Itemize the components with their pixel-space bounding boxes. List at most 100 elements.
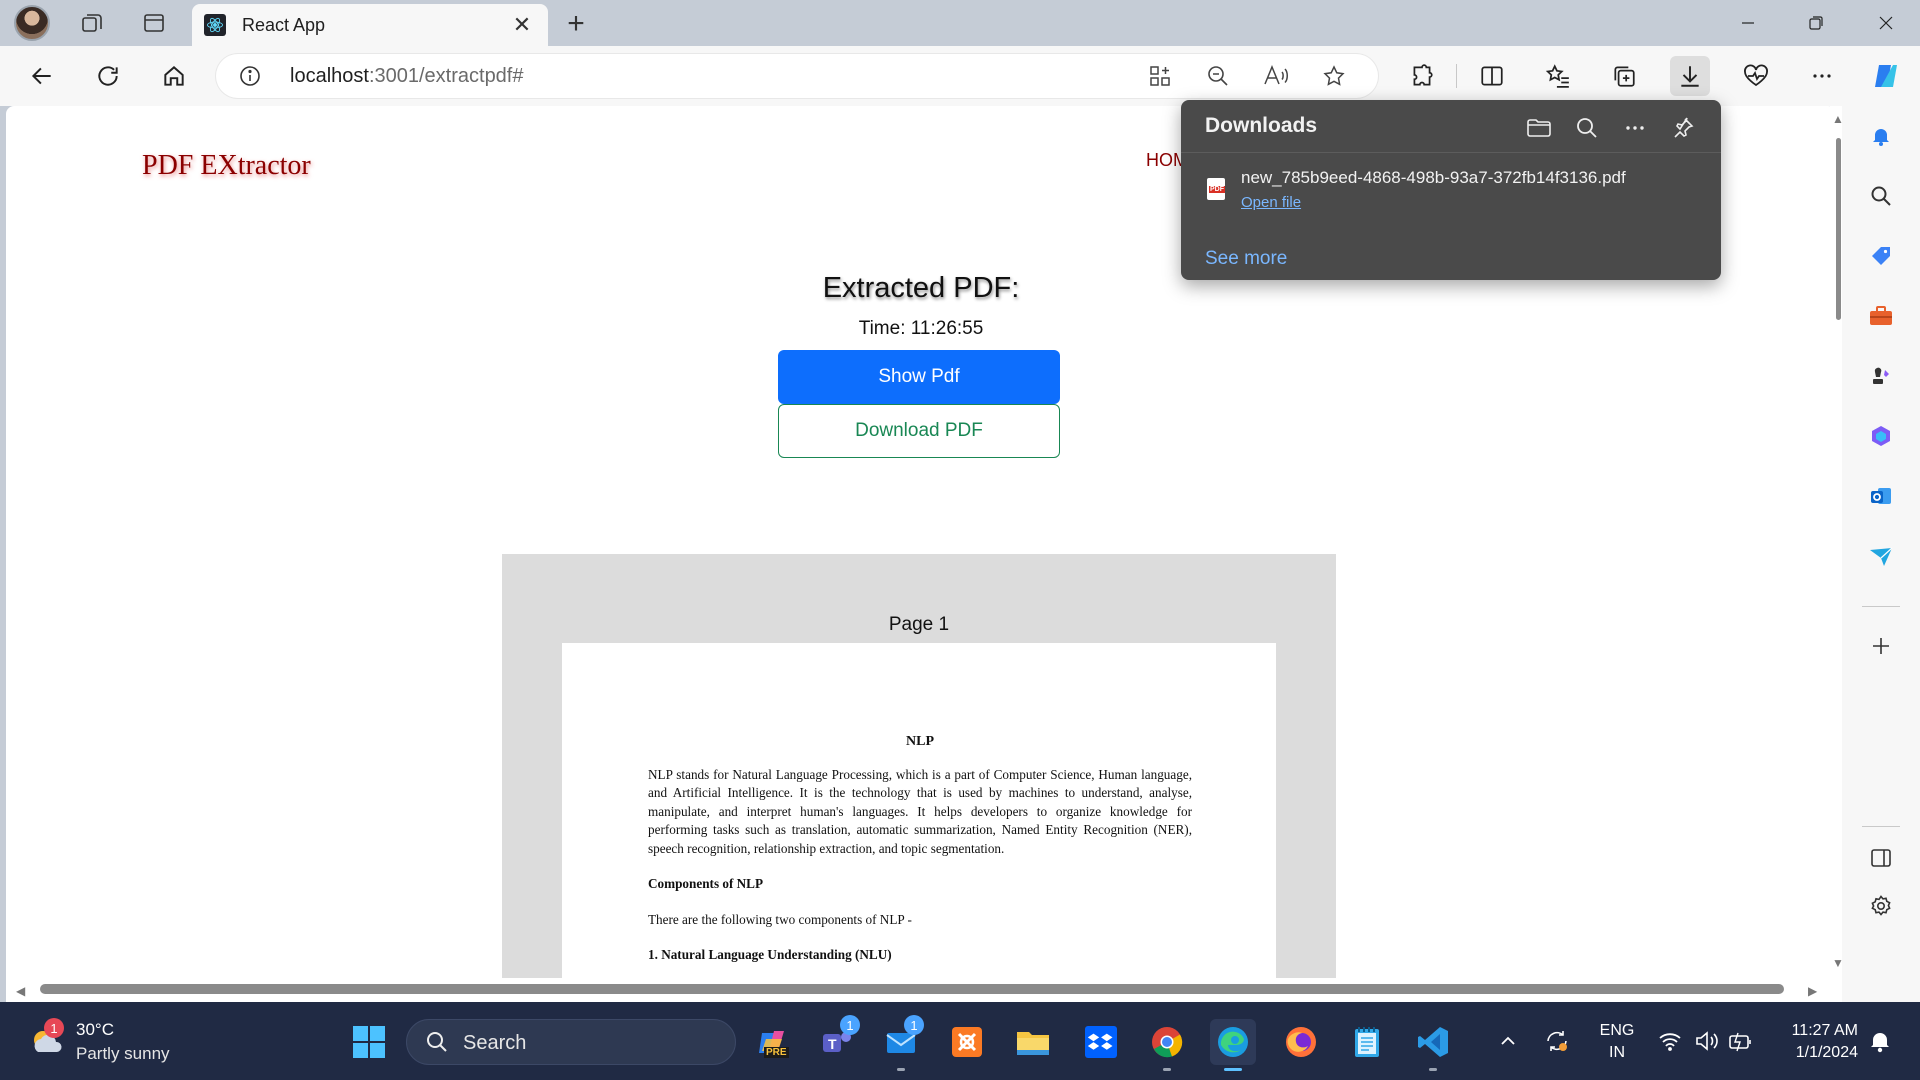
teams-icon[interactable]: T 1 — [814, 1015, 860, 1065]
sidebar-divider — [1862, 826, 1900, 827]
tab-close-icon[interactable]: ✕ — [508, 11, 536, 39]
windows-taskbar: 1 30°C Partly sunny Search PRE T 1 1 ENG… — [0, 1002, 1920, 1080]
pdf-viewer[interactable]: Page 1 NLP NLP stands for Natural Langua… — [502, 554, 1336, 1002]
sidebar-divider — [1862, 606, 1900, 607]
shopping-tag-icon[interactable] — [1861, 236, 1901, 276]
url-text[interactable]: localhost:3001/extractpdf# — [290, 65, 524, 88]
pdf-file-icon: PDF — [1207, 178, 1225, 200]
firefox-icon[interactable] — [1278, 1019, 1324, 1065]
weather-desc[interactable]: Partly sunny — [76, 1044, 170, 1064]
horizontal-scroll-thumb[interactable] — [40, 984, 1784, 994]
games-chess-icon[interactable] — [1861, 356, 1901, 396]
add-sidebar-app-icon[interactable] — [1861, 626, 1901, 666]
tab-strip: React App ✕ + — [0, 0, 1920, 46]
preview-label: PRE — [764, 1047, 789, 1058]
xampp-icon[interactable] — [944, 1019, 990, 1065]
react-logo-icon — [204, 14, 226, 36]
app-available-icon[interactable] — [1142, 58, 1178, 94]
tab-react-app[interactable]: React App ✕ — [192, 4, 548, 46]
browser-essentials-icon[interactable] — [1736, 56, 1776, 96]
new-tab-button[interactable]: + — [556, 6, 596, 42]
collections-icon[interactable] — [1604, 56, 1644, 96]
sync-icon[interactable] — [1534, 1002, 1580, 1080]
copilot-preview-icon[interactable]: PRE — [750, 1019, 796, 1065]
copilot-icon[interactable] — [1866, 56, 1906, 96]
dropbox-icon[interactable] — [1078, 1019, 1124, 1065]
split-screen-icon[interactable] — [1472, 56, 1512, 96]
read-aloud-icon[interactable] — [1258, 58, 1294, 94]
edge-icon[interactable] — [1210, 1019, 1256, 1071]
see-more-link[interactable]: See more — [1205, 248, 1287, 270]
address-bar[interactable]: localhost:3001/extractpdf# — [216, 54, 1378, 98]
wifi-icon[interactable] — [1652, 1002, 1688, 1080]
document-section-heading: 1. Natural Language Understanding (NLU) — [648, 947, 892, 962]
search-icon — [425, 1030, 449, 1059]
download-pdf-button[interactable]: Download PDF — [778, 404, 1060, 458]
hide-sidebar-icon[interactable] — [1861, 838, 1901, 878]
restore-icon[interactable] — [1788, 0, 1844, 46]
search-downloads-icon[interactable] — [1567, 108, 1607, 148]
more-options-icon[interactable] — [1615, 108, 1655, 148]
scroll-right-arrow-icon[interactable]: ▶ — [1808, 984, 1817, 998]
back-arrow-icon[interactable] — [22, 56, 62, 96]
favorite-star-icon[interactable] — [1316, 58, 1352, 94]
mail-badge: 1 — [904, 1015, 924, 1035]
vscode-icon[interactable] — [1410, 1019, 1456, 1071]
region-code: IN — [1609, 1044, 1625, 1061]
vertical-tabs-icon[interactable] — [134, 5, 174, 41]
edge-sidebar — [1842, 106, 1920, 1002]
show-hidden-icons-chevron-icon[interactable] — [1488, 1002, 1528, 1080]
pdf-page-content: NLP NLP stands for Natural Language Proc… — [648, 733, 1192, 982]
file-explorer-icon[interactable] — [1010, 1019, 1056, 1065]
vertical-scroll-thumb[interactable] — [1836, 138, 1841, 320]
windows-start-icon[interactable] — [346, 1019, 392, 1065]
teams-badge: 1 — [840, 1015, 860, 1035]
tools-briefcase-icon[interactable] — [1861, 296, 1901, 336]
favorites-icon[interactable] — [1538, 56, 1578, 96]
clock-time: 11:27 AM — [1791, 1022, 1858, 1039]
download-file-name[interactable]: new_785b9eed-4868-498b-93a7-372fb14f3136… — [1241, 168, 1626, 188]
taskbar-search[interactable]: Search — [406, 1019, 736, 1065]
weather-sun-cloud-icon[interactable]: 1 — [26, 1018, 66, 1062]
scroll-left-arrow-icon[interactable]: ◀ — [16, 984, 25, 998]
pdf-page: NLP NLP stands for Natural Language Proc… — [562, 643, 1276, 1002]
system-clock[interactable]: 11:27 AM 1/1/2024 — [1766, 1020, 1858, 1064]
downloads-title: Downloads — [1205, 114, 1318, 137]
drop-send-icon[interactable] — [1861, 536, 1901, 576]
more-options-icon[interactable] — [1802, 56, 1842, 96]
search-icon[interactable] — [1861, 176, 1901, 216]
language-indicator[interactable]: ENG IN — [1594, 1020, 1640, 1064]
clock-date: 1/1/2024 — [1795, 1044, 1858, 1061]
minimize-icon[interactable] — [1720, 0, 1776, 46]
open-file-link[interactable]: Open file — [1241, 194, 1301, 211]
site-info-icon[interactable] — [238, 64, 262, 93]
show-pdf-button[interactable]: Show Pdf — [778, 350, 1060, 404]
notifications-bell-icon[interactable] — [1860, 1002, 1900, 1080]
url-path: :3001/extractpdf# — [368, 65, 524, 87]
extensions-icon[interactable] — [1402, 56, 1442, 96]
mail-icon[interactable]: 1 — [878, 1015, 924, 1071]
flyout-divider — [1181, 152, 1721, 153]
zoom-out-icon[interactable] — [1200, 58, 1236, 94]
pdf-file-badge: PDF — [1209, 186, 1225, 193]
microsoft-365-icon[interactable] — [1861, 416, 1901, 456]
running-indicator — [1429, 1068, 1437, 1071]
open-folder-icon[interactable] — [1519, 108, 1559, 148]
chrome-icon[interactable] — [1144, 1019, 1190, 1071]
pin-icon[interactable] — [1663, 108, 1703, 148]
profile-avatar[interactable] — [14, 5, 50, 41]
battery-icon[interactable] — [1724, 1002, 1758, 1080]
home-icon[interactable] — [154, 56, 194, 96]
notepad-icon[interactable] — [1344, 1019, 1390, 1065]
weather-temp[interactable]: 30°C — [76, 1020, 114, 1040]
downloads-icon[interactable] — [1670, 56, 1710, 96]
toolbar-divider — [1456, 64, 1457, 88]
volume-icon[interactable] — [1690, 1002, 1724, 1080]
notification-bell-icon[interactable] — [1861, 116, 1901, 156]
brand-logo[interactable]: PDF EXtractor — [142, 150, 311, 182]
outlook-icon[interactable] — [1861, 476, 1901, 516]
settings-gear-icon[interactable] — [1861, 886, 1901, 926]
close-window-icon[interactable] — [1858, 0, 1914, 46]
refresh-icon[interactable] — [88, 56, 128, 96]
workspaces-icon[interactable] — [72, 5, 112, 41]
